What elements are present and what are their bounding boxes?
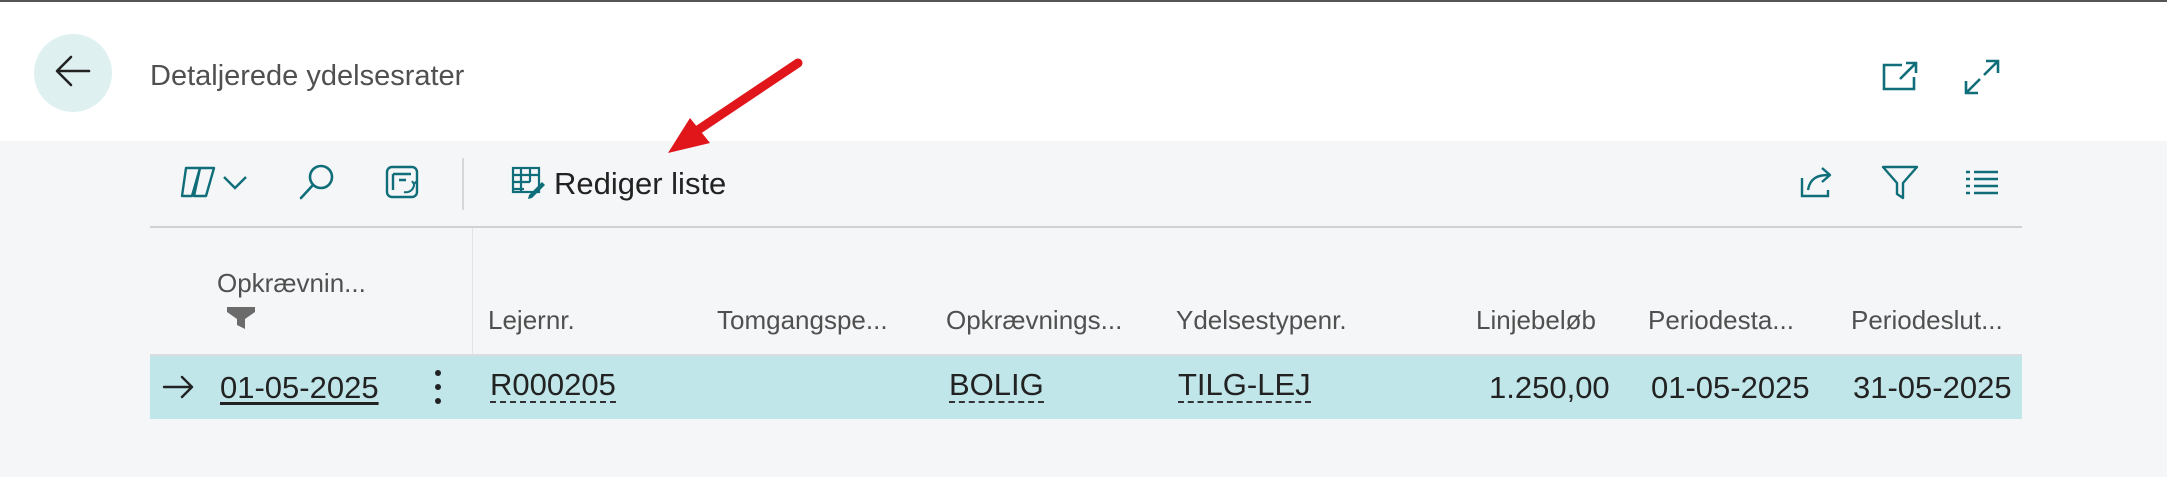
- search-icon: [296, 161, 338, 208]
- filter-button[interactable]: [1880, 160, 1920, 208]
- share-button[interactable]: [1798, 160, 1838, 208]
- page-header: Detaljerede ydelsesrater: [0, 2, 2167, 141]
- share-icon: [1798, 162, 1838, 207]
- edit-table-icon: [510, 164, 546, 205]
- cell-line-amount: 1.250,00: [1489, 370, 1610, 405]
- column-header-ydelsestypenr[interactable]: Ydelsestypenr.: [1176, 305, 1347, 336]
- edit-list-label: Rediger liste: [554, 166, 727, 201]
- table-row[interactable]: 01-05-2025 R000205 BOLIG TILG-LEJ 1.250,…: [150, 354, 2022, 419]
- filter-icon: [1880, 162, 1920, 207]
- row-selected-arrow-icon: [162, 372, 196, 407]
- expand-icon[interactable]: [1962, 57, 2002, 97]
- column-header-periodestart[interactable]: Periodesta...: [1648, 305, 1794, 336]
- filter-applied-icon: [226, 306, 256, 335]
- arrow-left-icon: [53, 51, 93, 96]
- list-options-button[interactable]: [1962, 160, 2002, 208]
- row-actions-ellipsis-icon[interactable]: [432, 368, 444, 411]
- cell-period-end: 31-05-2025: [1853, 370, 2012, 405]
- cell-charge-type[interactable]: BOLIG: [949, 369, 1044, 403]
- view-switch-button[interactable]: [382, 160, 422, 208]
- cell-period-start: 01-05-2025: [1651, 370, 1810, 405]
- column-header-periodeslut[interactable]: Periodeslut...: [1851, 305, 2003, 336]
- page-title: Detaljerede ydelsesrater: [150, 60, 465, 92]
- toolbar-divider: [150, 226, 2022, 228]
- open-in-new-window-icon[interactable]: [1880, 57, 1920, 97]
- column-header-tomgangsperiode[interactable]: Tomgangspe...: [717, 305, 888, 336]
- edit-list-button[interactable]: Rediger liste: [510, 160, 726, 208]
- cell-date-link[interactable]: 01-05-2025: [220, 370, 379, 406]
- back-button[interactable]: [34, 34, 112, 112]
- action-toolbar: Rediger liste: [150, 146, 2022, 226]
- toolbar-separator: [462, 158, 464, 210]
- cell-tenant-no[interactable]: R000205: [490, 369, 616, 403]
- list-options-icon: [1962, 162, 2002, 207]
- column-header-opkraevningstype[interactable]: Opkrævnings...: [946, 305, 1122, 336]
- column-separator: [472, 228, 473, 354]
- chevron-down-icon: [220, 167, 250, 202]
- copilot-button[interactable]: [178, 160, 250, 208]
- cell-benefit-type[interactable]: TILG-LEJ: [1178, 369, 1311, 403]
- column-header-lejernr[interactable]: Lejernr.: [488, 305, 575, 336]
- view-switch-icon: [382, 162, 422, 207]
- copilot-icon: [178, 162, 220, 207]
- column-header-opkraevningsdato[interactable]: Opkrævnin...: [217, 268, 366, 299]
- column-header-linjebelob[interactable]: Linjebeløb: [1476, 305, 1596, 336]
- search-button[interactable]: [296, 160, 338, 208]
